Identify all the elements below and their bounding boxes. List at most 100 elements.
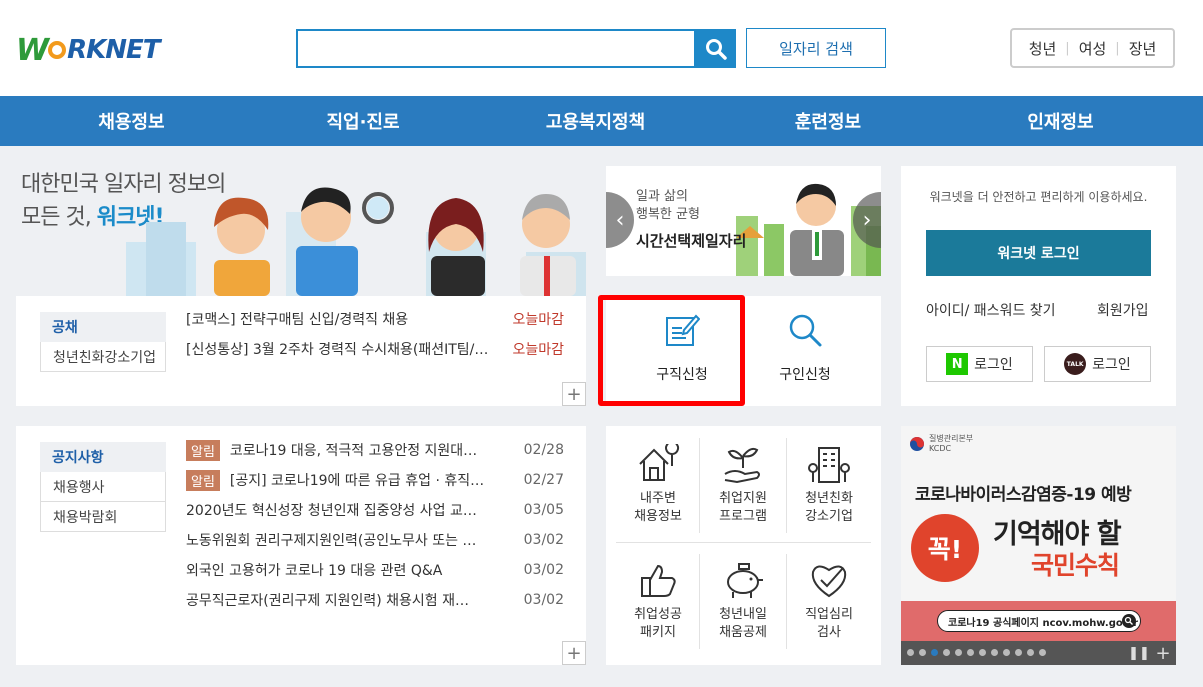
job-search-button[interactable]: 일자리 검색	[746, 28, 886, 68]
search-input[interactable]	[296, 29, 696, 68]
notice-tabs: 공지사항 채용행사 채용박람회	[40, 442, 166, 532]
pause-button[interactable]: ❚❚	[1127, 641, 1151, 665]
list-item[interactable]: [코맥스] 전략구매팀 신입/경력직 채용 오늘마감	[186, 304, 564, 334]
worknet-login-button[interactable]: 워크넷 로그인	[926, 230, 1151, 276]
naver-login-button[interactable]: N 로그인	[926, 346, 1033, 382]
quick-nearby-jobs[interactable]: 내주변 채용정보	[618, 444, 698, 544]
heart-check-icon	[811, 565, 847, 598]
more-banner-button[interactable]: +	[1151, 641, 1175, 665]
search-icon	[1122, 614, 1136, 628]
nav-recruit-info[interactable]: 채용정보	[0, 96, 263, 146]
covid-stamp: 꼭!	[911, 514, 979, 582]
pagination-dot[interactable]	[931, 649, 938, 656]
more-recruit-button[interactable]: +	[562, 382, 586, 406]
kakao-login-label: 로그인	[1092, 357, 1131, 373]
audience-youth[interactable]: 청년	[1029, 38, 1057, 59]
notice-title: 공무직근로자(권리구제 지원인력) 채용시험 재…	[186, 593, 469, 609]
tab-public-recruit[interactable]: 공채	[40, 312, 166, 342]
covid-url-link[interactable]: 코로나19 공식페이지 ncov.mohw.go.kr	[937, 610, 1141, 632]
list-item[interactable]: [신성통상] 3월 2주차 경력직 수시채용(패션IT팀/… 오늘마감	[186, 334, 564, 364]
recruit-tabs: 공채 청년친화강소기업	[40, 312, 166, 372]
search-icon	[706, 38, 727, 60]
login-message: 워크넷을 더 안전하고 편리하게 이용하세요.	[929, 190, 1148, 204]
signup-link[interactable]: 회원가입	[1097, 300, 1149, 320]
plus-icon: +	[566, 383, 582, 405]
more-notice-button[interactable]: +	[562, 641, 586, 665]
covid-banner[interactable]: 질병관리본부 KCDC 코로나바이러스감염증-19 예방 꼭! 기억해야 할 국민…	[901, 426, 1176, 665]
tab-job-fair[interactable]: 채용박람회	[40, 502, 166, 532]
nav-welfare-policy[interactable]: 고용복지정책	[463, 96, 728, 146]
tab-youth-friendly[interactable]: 청년친화강소기업	[40, 342, 166, 372]
job-seeker-apply-button[interactable]: 구직신청	[622, 306, 742, 396]
chevron-left-icon: ‹	[615, 207, 625, 233]
deadline-label: 오늘마감	[512, 342, 564, 358]
piggy-bank-icon	[727, 563, 763, 598]
divider	[699, 438, 700, 533]
list-item[interactable]: 2020년도 혁신성장 청년인재 집중양성 사업 교… 03/05	[186, 495, 564, 525]
pagination-dot[interactable]	[1027, 649, 1034, 656]
quick-youth-savings[interactable]: 청년내일 채움공제	[703, 560, 783, 660]
korea-emblem-icon	[910, 437, 924, 451]
list-item[interactable]: 알림 코로나19 대응, 적극적 고용안정 지원대… 02/28	[186, 435, 564, 465]
pagination-dot[interactable]	[991, 649, 998, 656]
kcdc-logo: 질병관리본부 KCDC	[909, 434, 973, 454]
divider: |	[1065, 40, 1070, 56]
kakao-login-button[interactable]: TALK 로그인	[1044, 346, 1151, 382]
magnifier-icon	[789, 314, 822, 347]
chevron-right-icon: ›	[862, 207, 872, 233]
divider	[786, 438, 787, 533]
kakao-talk-icon: TALK	[1064, 353, 1087, 375]
covid-headline-2: 국민수칙	[1031, 551, 1120, 580]
list-item[interactable]: 공무직근로자(권리구제 지원인력) 채용시험 재… 03/02	[186, 585, 564, 615]
tab-notice[interactable]: 공지사항	[40, 442, 166, 472]
tab-recruit-event[interactable]: 채용행사	[40, 472, 166, 502]
divider: |	[1115, 40, 1120, 56]
house-pin-icon	[639, 444, 680, 481]
banner-prev-button[interactable]: ‹	[606, 192, 634, 248]
audience-senior[interactable]: 장년	[1129, 38, 1157, 59]
pagination-dot[interactable]	[967, 649, 974, 656]
notice-title: 외국인 고용허가 코로나 19 대응 관련 Q&A	[186, 563, 443, 579]
employer-apply-button[interactable]: 구인신청	[745, 306, 865, 396]
audience-women[interactable]: 여성	[1079, 38, 1107, 59]
banner-pagination	[907, 649, 1051, 656]
pause-icon: ❚❚	[1128, 645, 1150, 661]
pagination-dot[interactable]	[955, 649, 962, 656]
sprout-hand-icon	[724, 447, 760, 484]
worknet-logo[interactable]: W RKNET	[16, 32, 161, 68]
naver-login-label: 로그인	[974, 357, 1013, 373]
audience-switch: 청년 | 여성 | 장년	[1010, 28, 1175, 68]
notice-date: 03/05	[523, 502, 564, 518]
quick-psychology-test[interactable]: 직업심리 검사	[789, 560, 869, 660]
notice-date: 03/02	[523, 532, 564, 548]
nav-talent[interactable]: 인재정보	[928, 96, 1193, 146]
quick-success-package[interactable]: 취업성공 패키지	[618, 560, 698, 660]
list-item[interactable]: 알림 [공지] 코로나19에 따른 유급 휴업 · 휴직… 02/27	[186, 465, 564, 495]
pagination-dot[interactable]	[919, 649, 926, 656]
notice-title: 노동위원회 권리구제지원인력(공인노무사 또는 …	[186, 533, 477, 549]
thumbs-up-icon	[641, 564, 676, 597]
pagination-dot[interactable]	[907, 649, 914, 656]
pagination-dot[interactable]	[1003, 649, 1010, 656]
list-item[interactable]: 외국인 고용허가 코로나 19 대응 관련 Q&A 03/02	[186, 555, 564, 585]
job-seeker-label: 구직신청	[656, 367, 708, 383]
notice-title: 코로나19 대응, 적극적 고용안정 지원대…	[229, 443, 478, 459]
pagination-dot[interactable]	[1015, 649, 1022, 656]
notice-date: 03/02	[523, 562, 564, 578]
divider	[786, 554, 787, 649]
quick-youth-friendly-company[interactable]: 청년친화 강소기업	[789, 444, 869, 544]
nav-training[interactable]: 훈련정보	[728, 96, 928, 146]
find-id-password-link[interactable]: 아이디/ 패스워드 찾기	[926, 300, 1056, 320]
banner-title: 시간선택제일자리	[636, 232, 747, 250]
quick-employment-program[interactable]: 취업지원 프로그램	[703, 444, 783, 544]
pagination-dot[interactable]	[979, 649, 986, 656]
nav-career[interactable]: 직업·진로	[263, 96, 463, 146]
search-button[interactable]	[696, 29, 736, 68]
worklife-banner[interactable]: 일과 삶의 행복한 균형 시간선택제일자리 ‹ ›	[606, 166, 881, 276]
pagination-dot[interactable]	[943, 649, 950, 656]
notice-title: [공지] 코로나19에 따른 유급 휴업 · 휴직…	[229, 473, 485, 489]
recruit-panel: 공채 청년친화강소기업 [코맥스] 전략구매팀 신입/경력직 채용 오늘마감 […	[16, 296, 586, 406]
list-item[interactable]: 노동위원회 권리구제지원인력(공인노무사 또는 … 03/02	[186, 525, 564, 555]
pagination-dot[interactable]	[1039, 649, 1046, 656]
naver-icon: N	[946, 353, 969, 375]
